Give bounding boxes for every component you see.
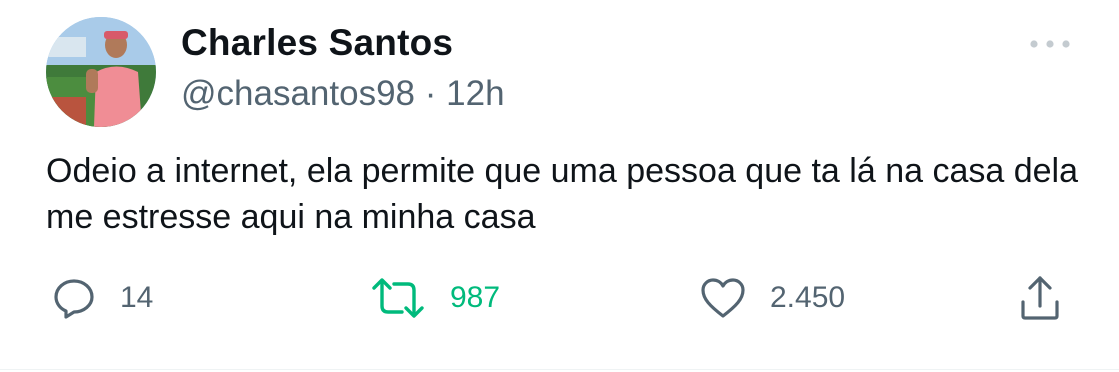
separator-dot: · <box>424 74 437 113</box>
heart-icon <box>700 276 746 320</box>
avatar[interactable] <box>46 17 156 127</box>
tweet[interactable]: Charles Santos @chasantos98 · 12h Odeio … <box>0 0 1119 372</box>
divider <box>0 369 1119 370</box>
reply-count: 14 <box>120 281 154 314</box>
avatar-photo-icon <box>46 17 156 127</box>
more-button[interactable] <box>1028 34 1072 54</box>
like-button[interactable]: 2.450 <box>700 272 845 324</box>
retweet-icon <box>370 276 426 320</box>
reply-button[interactable]: 14 <box>52 272 153 324</box>
share-icon <box>1018 274 1062 322</box>
retweet-button[interactable]: 987 <box>370 272 500 324</box>
like-count: 2.450 <box>770 281 846 314</box>
share-button[interactable] <box>1018 272 1062 324</box>
user-handle[interactable]: @chasantos98 <box>181 74 415 113</box>
display-name[interactable]: Charles Santos <box>181 22 453 64</box>
action-bar: 14 987 2.450 <box>0 272 1119 324</box>
tweet-text: Odeio a internet, ela permite que uma pe… <box>46 152 1079 236</box>
handle-line: @chasantos98 · 12h <box>181 74 505 114</box>
timestamp[interactable]: 12h <box>446 74 504 113</box>
reply-bubble-icon <box>52 276 96 320</box>
more-horizontal-icon <box>1030 40 1070 48</box>
retweet-count: 987 <box>450 281 501 314</box>
